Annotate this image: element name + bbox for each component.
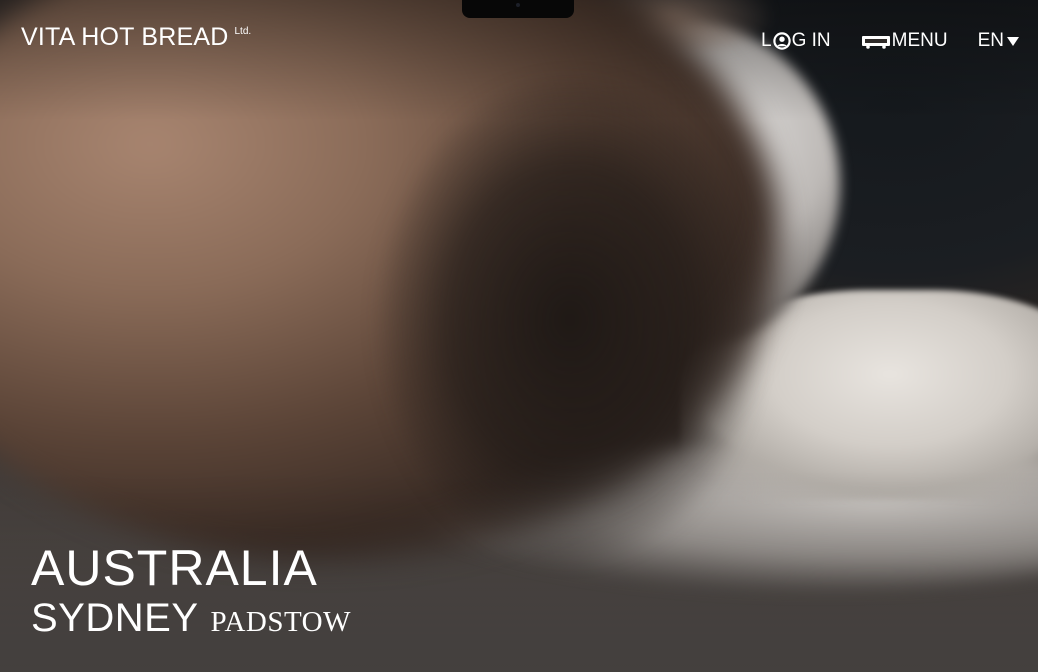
caret-down-icon [1007, 37, 1019, 46]
brand-suffix: Ltd. [234, 26, 252, 37]
city-name: SYDNEY [31, 596, 199, 640]
brand-logo[interactable]: VITA HOT BREAD Ltd. [21, 22, 251, 52]
brand-name: VITA HOT BREAD [21, 23, 229, 51]
camera-lens [516, 3, 520, 7]
login-label-start: L [761, 30, 772, 51]
user-circle-icon [772, 32, 791, 50]
language-selector[interactable]: EN [978, 30, 1020, 52]
suburb-name: PADSTOW [210, 606, 351, 638]
location-heading: AUSTRALIA SYDNEY PADSTOW [31, 540, 351, 641]
login-label-end: G IN [791, 30, 831, 51]
cart-icon [861, 36, 890, 49]
menu-label: MENU [891, 30, 948, 51]
country-name: AUSTRALIA [31, 540, 318, 596]
city-line: SYDNEY PADSTOW [31, 595, 351, 641]
login-link[interactable]: L G IN [761, 30, 831, 52]
camera-notch [462, 0, 574, 18]
menu-link[interactable]: MENU [861, 30, 948, 52]
top-nav: L G IN MENU EN [761, 30, 1020, 52]
language-label: EN [977, 30, 1004, 51]
hero-section: VITA HOT BREAD Ltd. L G IN MENU EN AUSTR… [0, 0, 1038, 672]
